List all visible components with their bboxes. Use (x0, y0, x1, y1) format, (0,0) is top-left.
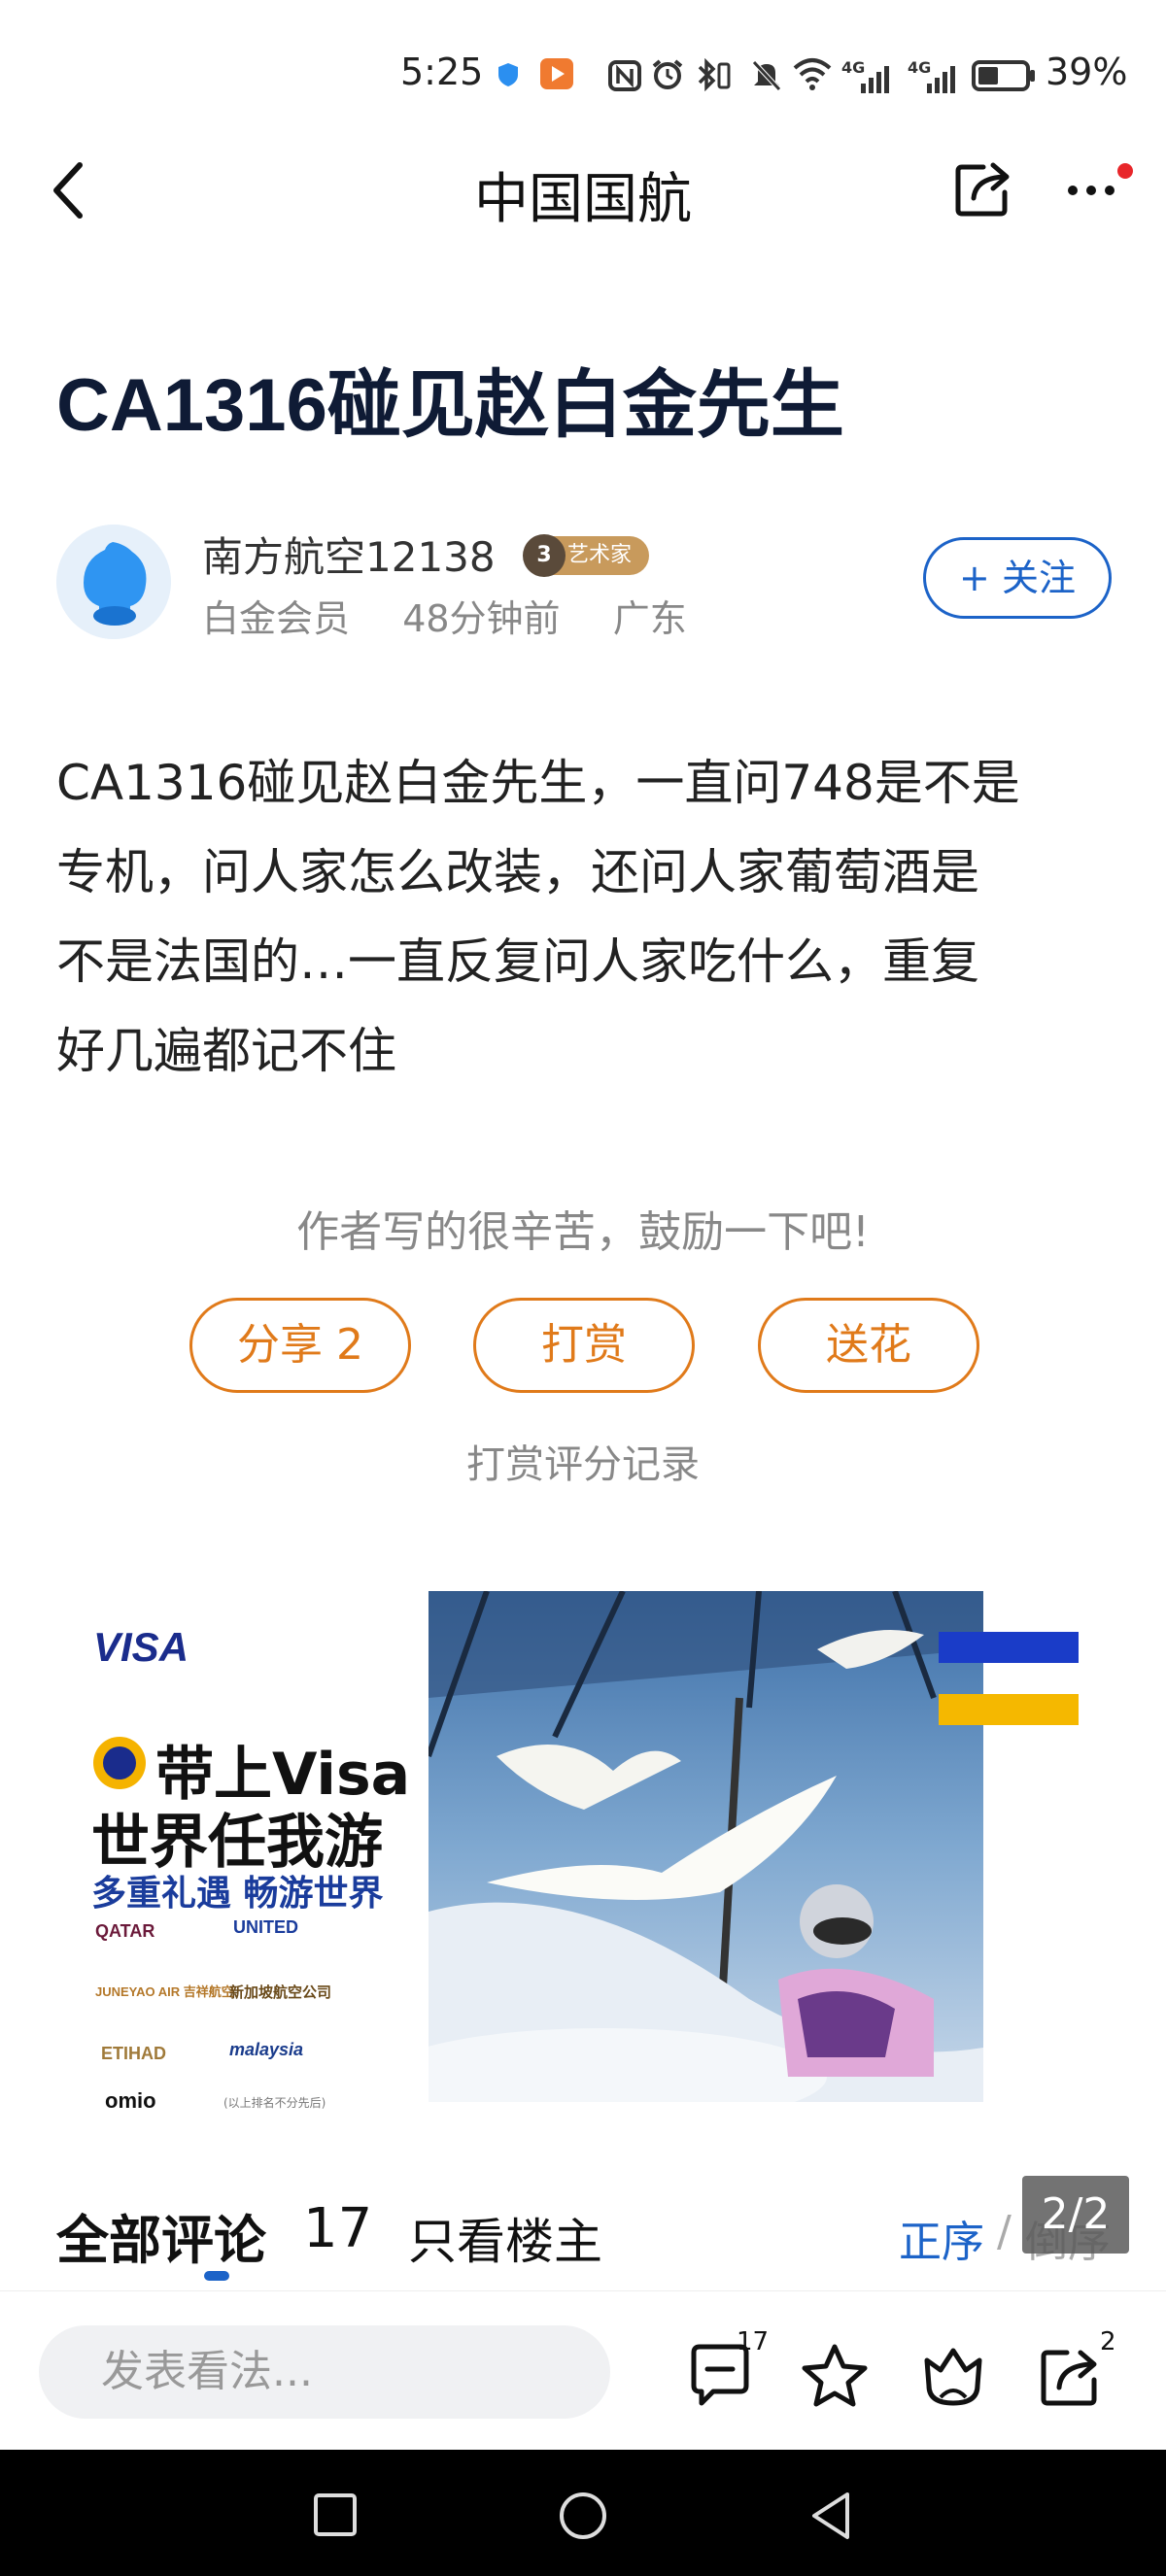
avatar-bird-icon (56, 525, 171, 639)
star-icon[interactable] (799, 2341, 871, 2413)
shield-icon (498, 63, 518, 86)
badge-level: 3 (523, 534, 566, 577)
status-bar: 5:25 4G 4G 39% (0, 0, 1166, 136)
author-meta: 白金会员 48分钟前 广东 (202, 589, 687, 642)
post-body-line: 专机，问人家怎么改装，还问人家葡萄酒是 (56, 844, 979, 900)
tip-button[interactable]: 打赏 (473, 1298, 695, 1393)
ad-photo (429, 1591, 983, 2102)
wifi-icon (793, 58, 832, 90)
owner-only-tab[interactable]: 只看楼主 (408, 2203, 602, 2273)
system-nav-bar (0, 2450, 1166, 2576)
send-flower-button[interactable]: 送花 (758, 1298, 979, 1393)
share-icon[interactable] (954, 159, 1012, 218)
active-tab-indicator (204, 2271, 229, 2281)
author-name[interactable]: 南方航空12138 (202, 525, 496, 584)
video-app-icon (540, 58, 573, 89)
partner-logo: omio (105, 2088, 156, 2113)
ad-disclaimer: (以上排名不分先后) (223, 2096, 326, 2110)
comment-input[interactable]: 发表看法... (39, 2325, 610, 2419)
partner-logo: JUNEYAO AIR 吉祥航空 (95, 1984, 234, 1999)
alarm-icon (652, 59, 683, 89)
comment-count-badge: 17 (737, 2327, 770, 2356)
author-membership: 白金会员 (202, 597, 351, 640)
reward-record-link[interactable]: 打赏评分记录 (0, 1433, 1166, 1489)
sort-separator: / (997, 2207, 1012, 2256)
battery-percent: 39% (1046, 51, 1128, 93)
ad-brand: VISA (93, 1624, 189, 1670)
bluetooth-icon (698, 58, 731, 91)
ad-subheadline: 多重礼遇 畅游世界 (91, 1874, 384, 1914)
status-time: 5:25 (400, 51, 484, 93)
author-badge: 3 艺术家 (523, 534, 649, 577)
visa-coin-icon (93, 1737, 146, 1789)
visa-stripes-icon (939, 1632, 1079, 1725)
all-comments-tab[interactable]: 全部评论 (56, 2197, 266, 2274)
author-location: 广东 (612, 597, 687, 640)
partner-logo: UNITED (233, 1917, 298, 1937)
back-nav-icon[interactable] (808, 2491, 853, 2541)
recent-apps-icon[interactable] (313, 2492, 358, 2537)
more-icon[interactable] (1065, 161, 1133, 200)
post-body-line: 不是法国的…一直反复问人家吃什么，重复 (56, 933, 979, 990)
home-icon[interactable] (558, 2491, 608, 2541)
avatar[interactable] (56, 525, 171, 639)
mute-icon (752, 60, 781, 91)
flower-icon[interactable] (917, 2341, 989, 2413)
post-time: 48分钟前 (402, 597, 561, 640)
sort-ascending[interactable]: 正序 (899, 2207, 984, 2269)
post-body-line: 好几遍都记不住 (56, 1023, 396, 1079)
post-body: CA1316碰见赵白金先生，一直问748是不是 专机，问人家怎么改装，还问人家葡… (56, 738, 1115, 1096)
partner-logo: malaysia (229, 2040, 304, 2059)
comments-count: 17 (303, 2197, 373, 2260)
follow-button[interactable]: + 关注 (923, 537, 1112, 619)
partner-logo: 新加坡航空公司 (229, 1984, 332, 2001)
hang-glider-illustration (429, 1591, 983, 2102)
page-indicator: 2/2 (1022, 2176, 1129, 2254)
share-icon[interactable] (1034, 2341, 1106, 2413)
share-count-badge: 2 (1100, 2327, 1116, 2356)
post-body-line: CA1316碰见赵白金先生，一直问748是不是 (56, 755, 1020, 811)
nfc-icon (608, 60, 641, 91)
encourage-text: 作者写的很辛苦，鼓励一下吧! (296, 1207, 870, 1257)
signal-icon (927, 66, 955, 93)
partner-logo: QATAR (95, 1921, 155, 1941)
partner-logo: ETIHAD (101, 2044, 166, 2063)
post-title: CA1316碰见赵白金先生 (56, 364, 844, 447)
share-button[interactable]: 分享 2 (189, 1298, 411, 1393)
battery-icon (972, 60, 1035, 91)
badge-label: 艺术家 (567, 543, 633, 567)
signal-icon (861, 66, 889, 93)
